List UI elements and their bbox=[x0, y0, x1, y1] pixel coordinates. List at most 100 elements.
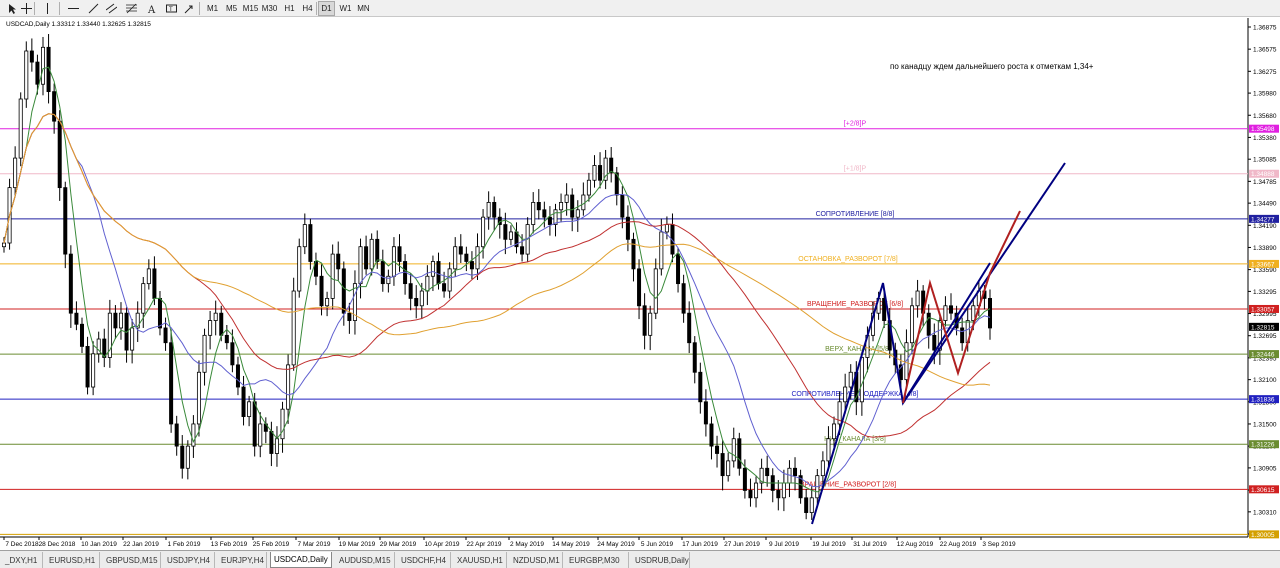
bull-candle bbox=[146, 268, 151, 285]
chart-tab-nzdusd-m1[interactable]: NZDUSD,M1 bbox=[510, 552, 563, 568]
bear-candle bbox=[737, 438, 742, 469]
price-axis-label: 1.33295 bbox=[1253, 289, 1277, 296]
chart-tab-usdchf-h4[interactable]: USDCHF,H4 bbox=[398, 552, 451, 568]
chart-tab-audusd-m15[interactable]: AUDUSD,M15 bbox=[336, 552, 395, 568]
timeframe-m30-button[interactable]: M30 bbox=[261, 1, 278, 16]
time-axis-label: 7 Dec 2018 bbox=[5, 541, 39, 548]
bear-candle bbox=[703, 401, 708, 425]
time-axis-label: 12 Aug 2019 bbox=[897, 541, 934, 548]
text-tool-button[interactable]: A bbox=[144, 1, 159, 16]
bear-candle bbox=[547, 216, 552, 225]
cursor-arrow-tool-button[interactable] bbox=[5, 1, 20, 16]
chart-tab-eurgbp-m30[interactable]: EURGBP,M30 bbox=[566, 552, 629, 568]
equidistant-channel-tool-button[interactable] bbox=[104, 1, 119, 16]
chart-window[interactable]: 1.36875 1.36575 1.36275 1.35980 1.35680 1.353… bbox=[0, 18, 1280, 550]
bull-candle bbox=[386, 275, 391, 285]
timeframe-d1-button[interactable]: D1 bbox=[318, 1, 335, 16]
bull-candle bbox=[358, 246, 363, 285]
timeframe-h1-button[interactable]: H1 bbox=[281, 1, 298, 16]
bull-candle bbox=[419, 290, 424, 307]
bull-candle bbox=[91, 353, 96, 388]
bear-candle bbox=[464, 253, 469, 262]
bull-candle bbox=[118, 312, 123, 329]
bull-candle bbox=[13, 157, 18, 189]
bull-candle bbox=[754, 482, 759, 499]
bear-candle bbox=[169, 342, 174, 425]
bull-candle bbox=[291, 290, 296, 366]
bear-candle bbox=[269, 430, 274, 454]
price-axis-label: 1.30905 bbox=[1253, 465, 1277, 472]
bear-candle bbox=[74, 312, 79, 325]
chart-tab-gbpusd-m15[interactable]: GBPUSD,M15 bbox=[103, 552, 161, 568]
bull-candle bbox=[481, 216, 486, 248]
timeframe-w1-button[interactable]: W1 bbox=[337, 1, 354, 16]
bull-candle bbox=[213, 312, 218, 321]
bear-candle bbox=[180, 445, 185, 469]
time-axis-label: 22 Apr 2019 bbox=[466, 541, 501, 548]
chart-tab-usdrub-daily[interactable]: USDRUB,Daily bbox=[632, 552, 690, 568]
crosshair-tool-button[interactable] bbox=[19, 1, 34, 16]
bull-candle bbox=[330, 253, 335, 299]
bear-candle bbox=[681, 283, 686, 314]
chart-comment: по канадцу ждем дальнейшего роста к отме… bbox=[890, 62, 1094, 71]
bear-candle bbox=[57, 120, 62, 189]
bull-candle bbox=[592, 165, 597, 181]
bear-candle bbox=[503, 224, 508, 240]
text-label-tool-button[interactable]: T bbox=[164, 1, 179, 16]
chart-tab--dxy-h1[interactable]: _DXY,H1 bbox=[2, 552, 43, 568]
timeframe-h4-button[interactable]: H4 bbox=[299, 1, 316, 16]
fibonacci-retracement-tool-button[interactable] bbox=[124, 1, 139, 16]
bull-candle bbox=[325, 298, 330, 307]
arrow-marker-tool-button[interactable] bbox=[182, 1, 197, 16]
toolbar: A T M1 M5 M15 M30 H1 H4 D1 W1 MN bbox=[0, 0, 1280, 17]
vertical-line-tool-button[interactable] bbox=[40, 1, 55, 16]
bull-candle bbox=[202, 334, 207, 373]
bear-candle bbox=[625, 216, 630, 240]
timeframe-mn-button[interactable]: MN bbox=[355, 1, 372, 16]
horizontal-line-icon bbox=[68, 8, 79, 9]
bear-candle bbox=[397, 246, 402, 262]
price-axis-label: 1.36275 bbox=[1253, 69, 1277, 76]
time-axis-label: 9 Jul 2019 bbox=[769, 541, 799, 548]
bull-candle bbox=[664, 224, 669, 233]
bear-candle bbox=[520, 246, 525, 255]
fibonacci-retracement-icon bbox=[126, 3, 137, 14]
bear-candle bbox=[620, 194, 625, 218]
bear-candle bbox=[642, 305, 647, 336]
timeframe-m1-button[interactable]: M1 bbox=[204, 1, 221, 16]
price-chart[interactable]: 1.36875 1.36575 1.36275 1.35980 1.35680 1.353… bbox=[0, 18, 1280, 550]
bull-candle bbox=[302, 224, 307, 248]
bull-candle bbox=[826, 438, 831, 462]
bear-candle bbox=[52, 91, 57, 122]
bull-candle bbox=[475, 246, 480, 270]
time-axis-label: 28 Dec 2018 bbox=[39, 541, 76, 548]
svg-text:T: T bbox=[168, 6, 173, 13]
time-axis-label: 17 Jun 2019 bbox=[682, 541, 718, 548]
bear-candle bbox=[319, 275, 324, 307]
chart-tab-xauusd-h1[interactable]: XAUUSD,H1 bbox=[454, 552, 507, 568]
chart-tab-eurusd-h1[interactable]: EURUSD,H1 bbox=[46, 552, 100, 568]
trendline-tool-button[interactable] bbox=[86, 1, 101, 16]
time-axis-label: 5 Jun 2019 bbox=[641, 541, 674, 548]
bear-candle bbox=[793, 467, 798, 477]
timeframe-m5-button[interactable]: M5 bbox=[223, 1, 240, 16]
bull-candle bbox=[653, 268, 658, 314]
price-axis-label: 1.34785 bbox=[1253, 179, 1277, 186]
time-axis-label: 3 Sep 2019 bbox=[982, 541, 1016, 548]
chart-tab-usdjpy-h4[interactable]: USDJPY,H4 bbox=[164, 552, 215, 568]
bear-candle bbox=[442, 283, 447, 292]
toolbar-separator bbox=[316, 2, 317, 15]
bear-candle bbox=[68, 253, 73, 314]
bull-candle bbox=[915, 290, 920, 307]
bull-candle bbox=[18, 98, 23, 159]
bear-candle bbox=[174, 423, 179, 447]
horizontal-line-tool-button[interactable] bbox=[66, 1, 81, 16]
bull-candle bbox=[185, 445, 190, 469]
bull-candle bbox=[832, 423, 837, 440]
timeframe-m15-button[interactable]: M15 bbox=[242, 1, 259, 16]
text-label-icon: T bbox=[166, 4, 177, 13]
bear-candle bbox=[536, 202, 541, 211]
bull-candle bbox=[508, 231, 513, 240]
chart-tab-eurjpy-h4[interactable]: EURJPY,H4 bbox=[218, 552, 267, 568]
chart-tab-usdcad-daily[interactable]: USDCAD,Daily bbox=[270, 552, 332, 568]
